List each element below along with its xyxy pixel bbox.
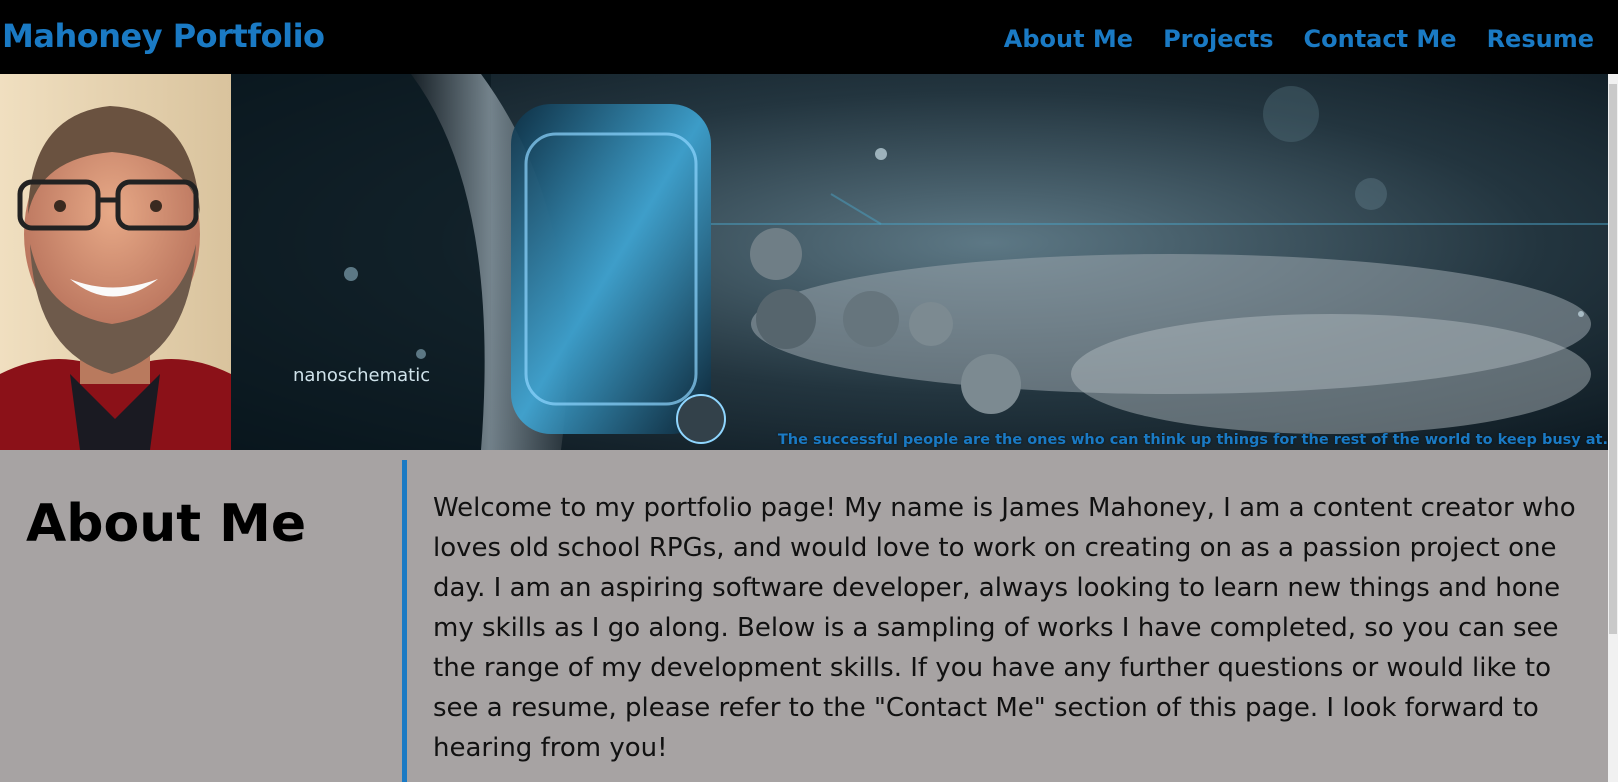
site-header: Mahoney Portfolio About Me Projects Cont… <box>0 0 1618 74</box>
scrollbar-thumb[interactable] <box>1609 84 1617 634</box>
about-title: About Me <box>26 494 307 554</box>
about-divider <box>402 460 407 782</box>
hero-banner: nanoschematic <box>231 74 1608 450</box>
nav-about-me[interactable]: About Me <box>1004 27 1133 51</box>
nav-projects[interactable]: Projects <box>1163 27 1273 51</box>
hero-quote: The successful people are the ones who c… <box>777 432 1608 448</box>
portfolio-page: Mahoney Portfolio About Me Projects Cont… <box>0 0 1618 782</box>
brand-link[interactable]: Mahoney Portfolio <box>2 20 325 52</box>
about-section: About Me Welcome to my portfolio page! M… <box>0 450 1608 782</box>
hero-section: nanoschematic The successful people are … <box>0 74 1618 450</box>
nav-resume[interactable]: Resume <box>1487 27 1594 51</box>
vertical-scrollbar[interactable] <box>1608 74 1618 782</box>
nav-contact-me[interactable]: Contact Me <box>1304 27 1457 51</box>
about-text: Welcome to my portfolio page! My name is… <box>433 493 1576 763</box>
profile-photo <box>0 74 231 450</box>
nanoschematic-label: nanoschematic <box>293 365 430 386</box>
main-nav: About Me Projects Contact Me Resume <box>1004 27 1594 51</box>
